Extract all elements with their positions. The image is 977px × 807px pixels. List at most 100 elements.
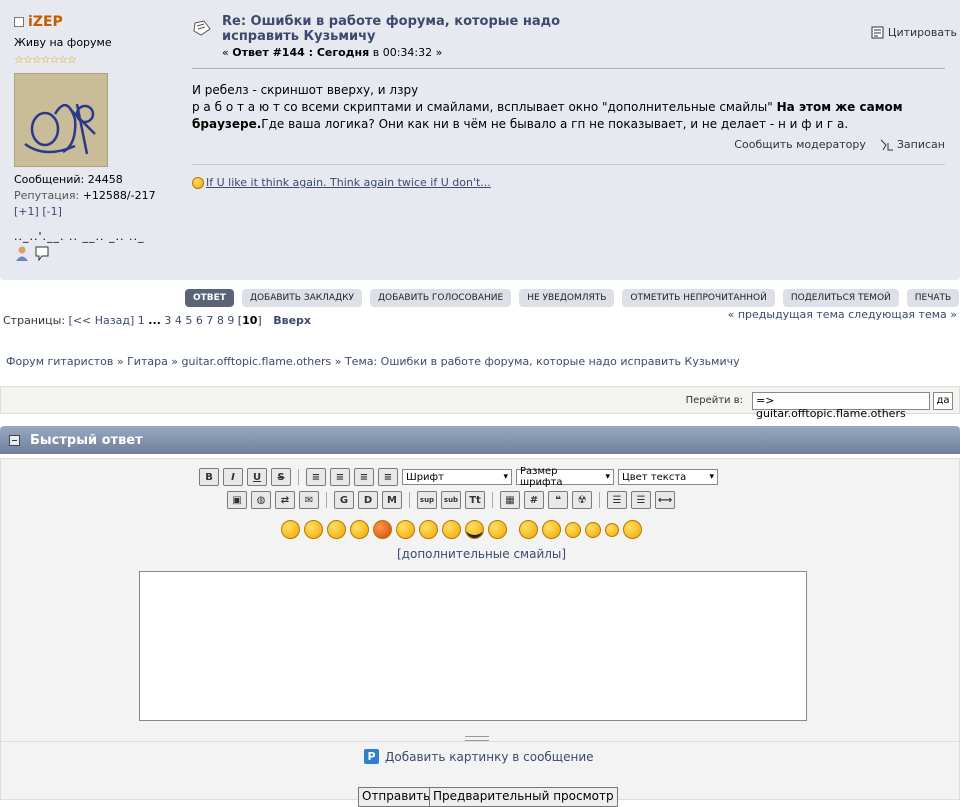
reply-button[interactable]: ОТВЕТ	[185, 289, 234, 307]
post-count: Сообщений: 24458	[14, 173, 123, 186]
align-justify-icon[interactable]: ≡	[354, 468, 374, 486]
page-link[interactable]: 8	[217, 314, 224, 327]
table-icon[interactable]: ▦	[500, 491, 520, 509]
add-bookmark-button[interactable]: ДОБАВИТЬ ЗАКЛАДКУ	[241, 289, 362, 307]
ip-logged-icon	[880, 139, 893, 150]
smiley-icon[interactable]	[605, 522, 619, 537]
prev-next-topic[interactable]: « предыдущая тема следующая тема »	[728, 308, 957, 321]
add-poll-button[interactable]: ДОБАВИТЬ ГОЛОСОВАНИЕ	[369, 289, 512, 307]
page-back-link[interactable]: [<< Назад]	[69, 314, 135, 327]
reputation-label: Репутация:	[14, 189, 80, 202]
numbered-list-icon[interactable]: ☰	[631, 491, 651, 509]
preview-button[interactable]: Предварительный просмотр	[429, 787, 618, 807]
signature-link[interactable]: If U like it think again. Think again tw…	[206, 176, 491, 189]
font-select[interactable]: Шрифт	[402, 469, 512, 485]
quick-reply-header: Быстрый ответ	[0, 426, 960, 454]
smiley-icon[interactable]	[519, 520, 538, 539]
jump-go-button[interactable]: да	[933, 392, 953, 410]
unsubscribe-button[interactable]: НЕ УВЕДОМЛЯТЬ	[519, 289, 615, 307]
breadcrumb[interactable]: Форум гитаристов » Гитара » guitar.offto…	[6, 355, 740, 368]
pagination: Страницы: [<< Назад] 1 ... 3 4 5 6 7 8 9…	[3, 314, 311, 327]
poster-sig-text: .._..'.__. .. __.. _.. .._	[14, 230, 145, 243]
post-subject[interactable]: Re: Ошибки в работе форума, которые надо…	[222, 14, 602, 44]
pm-bubble-icon[interactable]	[34, 245, 50, 261]
add-image-label: Добавить картинку в сообщение	[385, 749, 594, 764]
signature[interactable]: If U like it think again. Think again tw…	[192, 176, 491, 189]
poster-icons	[14, 245, 184, 261]
glow-icon[interactable]: G	[334, 491, 354, 509]
email-icon[interactable]: ✉	[299, 491, 319, 509]
more-smileys-link[interactable]: [дополнительные смайлы]	[397, 547, 566, 561]
cool-smiley-icon[interactable]	[465, 520, 484, 539]
subscript-icon[interactable]: sub	[441, 491, 461, 509]
format-toolbar-1: B I U S ≡ ≡ ≡ ≡ Шрифт Размер шрифта Цвет…	[199, 466, 718, 488]
profile-icon[interactable]	[14, 245, 30, 261]
rate-links: [+1] [-1]	[14, 205, 184, 218]
image-icon[interactable]: ▣	[227, 491, 247, 509]
smiley-icon[interactable]	[396, 520, 415, 539]
collapse-toggle-icon[interactable]	[9, 435, 20, 446]
message-textarea[interactable]	[139, 571, 807, 721]
link-globe-icon[interactable]: ◍	[251, 491, 271, 509]
page-link[interactable]: 5	[185, 314, 192, 327]
share-topic-button[interactable]: ПОДЕЛИТЬСЯ ТЕМОЙ	[782, 289, 899, 307]
smiley-icon[interactable]	[281, 520, 300, 539]
smiley-icon[interactable]	[542, 520, 561, 539]
logged-label: Записан	[896, 138, 945, 151]
smiley-icon[interactable]	[442, 520, 461, 539]
top-link[interactable]: Вверх	[273, 314, 311, 327]
ftp-icon[interactable]: ⇄	[275, 491, 295, 509]
font-select-label: Шрифт	[406, 471, 444, 483]
angry-smiley-icon[interactable]	[373, 520, 392, 539]
rate-plus-link[interactable]: [+1]	[14, 205, 39, 218]
poster-name[interactable]: iZEP	[14, 14, 184, 30]
mark-unread-button[interactable]: ОТМЕТИТЬ НЕПРОЧИТАННОЙ	[622, 289, 775, 307]
rate-minus-link[interactable]: [-1]	[42, 205, 62, 218]
align-right-icon[interactable]: ≡	[378, 468, 398, 486]
jump-select[interactable]: => guitar.offtopic.flame.others	[752, 392, 930, 420]
teletype-icon[interactable]: Tt	[465, 491, 485, 509]
bullet-list-icon[interactable]: ☰	[607, 491, 627, 509]
smiley-icon[interactable]	[488, 520, 507, 539]
smiley-icon[interactable]	[585, 521, 601, 538]
align-center-icon[interactable]: ≡	[330, 468, 350, 486]
send-button[interactable]: Отправить	[358, 787, 435, 807]
smiley-icon[interactable]	[419, 520, 438, 539]
align-left-icon[interactable]: ≡	[306, 468, 326, 486]
smiley-icon[interactable]	[565, 521, 581, 538]
font-size-select[interactable]: Размер шрифта	[516, 466, 614, 488]
horizontal-rule-icon[interactable]: ⟷	[655, 491, 675, 509]
print-button[interactable]: ПЕЧАТЬ	[906, 289, 960, 307]
radioactive-icon[interactable]: ☢	[572, 491, 592, 509]
meta-prefix: «	[222, 46, 233, 59]
code-icon[interactable]: #	[524, 491, 544, 509]
smiley-icon[interactable]	[623, 520, 642, 539]
underline-icon[interactable]: U	[247, 468, 267, 486]
add-image-link[interactable]: P Добавить картинку в сообщение	[364, 749, 594, 764]
text-color-select[interactable]: Цвет текста	[618, 469, 718, 485]
poster-name-text[interactable]: iZEP	[28, 14, 63, 30]
page-link[interactable]: 9	[227, 314, 234, 327]
marquee-icon[interactable]: M	[382, 491, 402, 509]
report-moderator-link[interactable]: Сообщить модератору	[734, 138, 866, 151]
divider	[192, 68, 945, 69]
quote-insert-icon[interactable]: ❝	[548, 491, 568, 509]
shadow-icon[interactable]: D	[358, 491, 378, 509]
page-link[interactable]: 6	[196, 314, 203, 327]
page-link[interactable]: 1	[138, 314, 145, 327]
superscript-icon[interactable]: sup	[417, 491, 437, 509]
bold-icon[interactable]: B	[199, 468, 219, 486]
smiley-icon[interactable]	[327, 520, 346, 539]
quote-button[interactable]: Цитировать	[871, 26, 957, 39]
upload-icon: P	[364, 749, 379, 764]
smiley-icon[interactable]	[350, 520, 369, 539]
page-link[interactable]: 4	[175, 314, 182, 327]
page-link[interactable]: 7	[206, 314, 213, 327]
select-checkbox[interactable]	[14, 17, 24, 27]
page-ellipsis[interactable]: ...	[148, 314, 161, 327]
poster-info: iZEP Живу на форуме ☆☆☆☆☆☆☆ Сообщений: 2…	[14, 14, 184, 261]
italic-icon[interactable]: I	[223, 468, 243, 486]
smiley-icon[interactable]	[304, 520, 323, 539]
strike-icon[interactable]: S	[271, 468, 291, 486]
page-link[interactable]: 3	[164, 314, 171, 327]
